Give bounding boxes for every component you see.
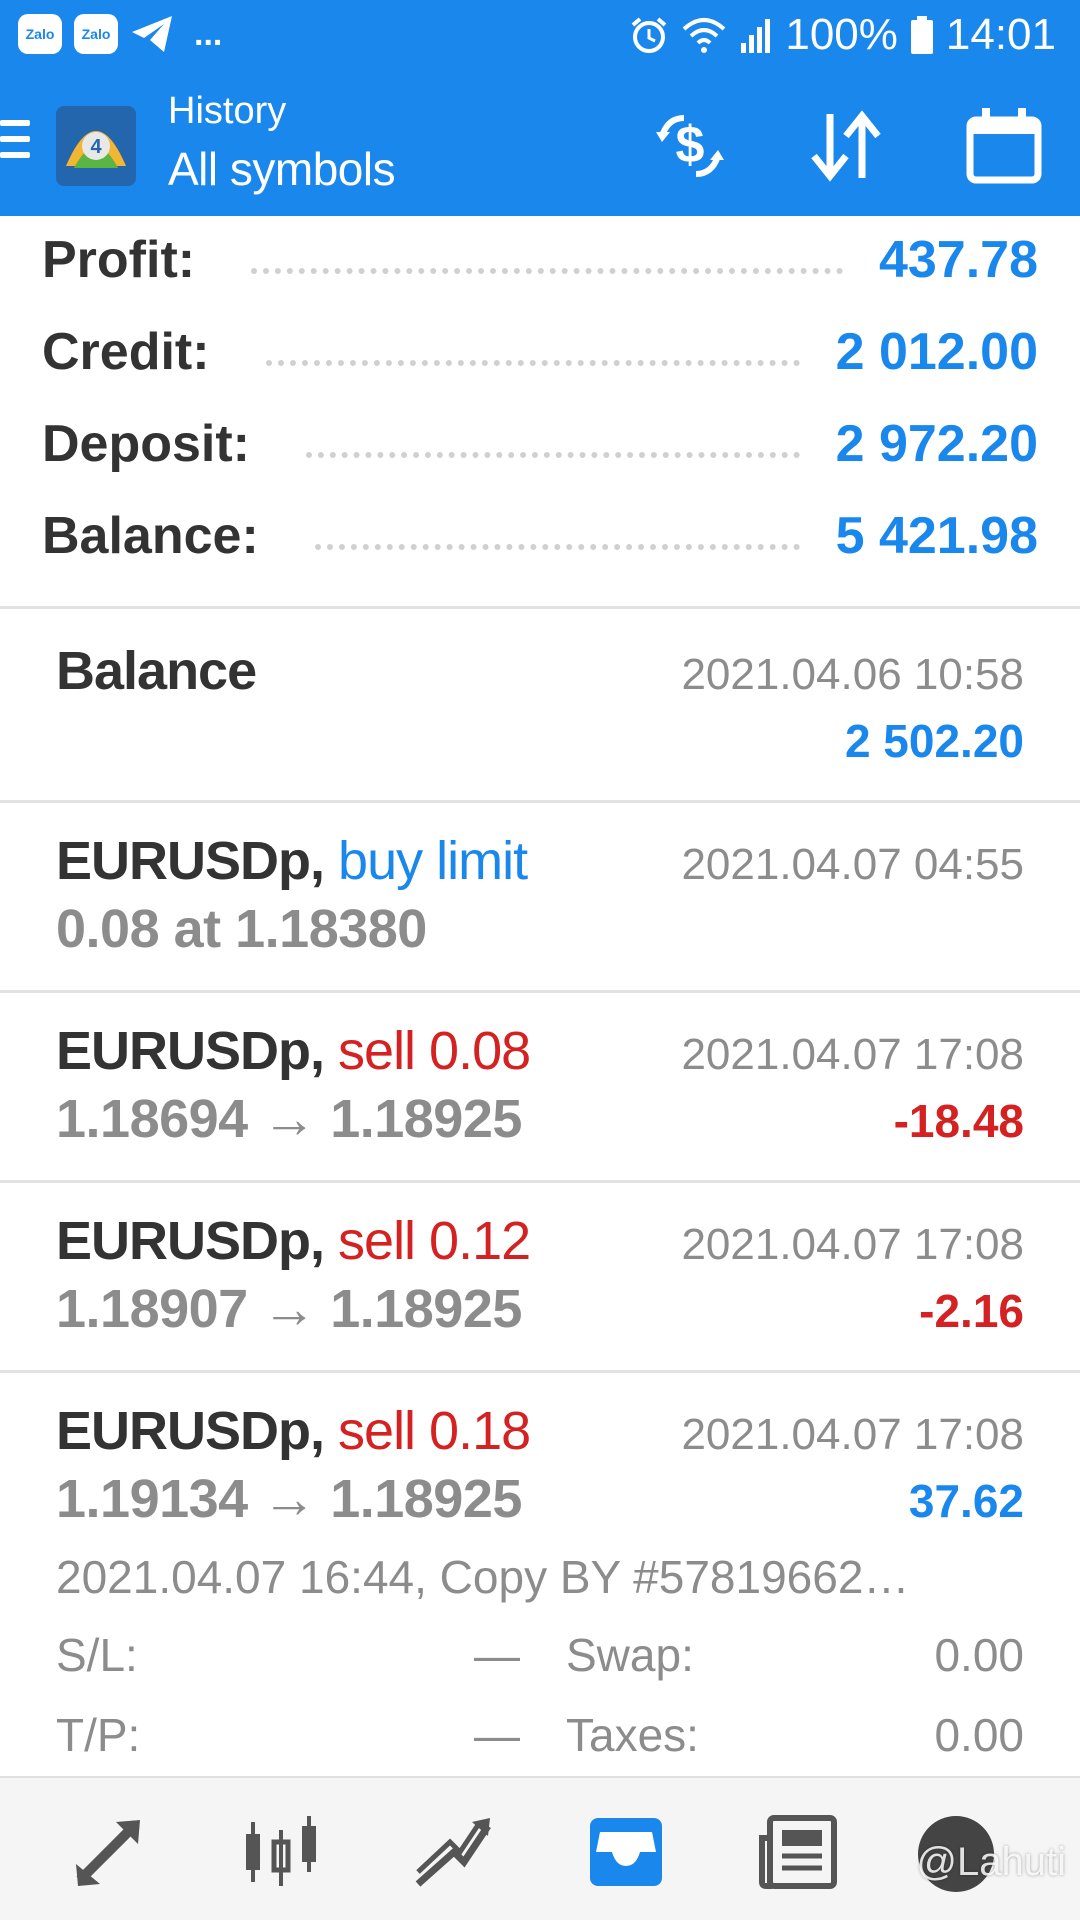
- chart-icon[interactable]: [242, 1812, 322, 1892]
- zalo-notification-icon: Zalo: [74, 14, 118, 54]
- item-date: 2021.04.07 17:08: [681, 1410, 1024, 1459]
- menu-icon[interactable]: [0, 120, 30, 168]
- summary-row-credit: Credit: 2 012.00: [42, 312, 1038, 392]
- item-action: buy limit: [338, 831, 528, 891]
- tp-label: T/P:: [56, 1709, 141, 1761]
- item-symbol: EURUSDp,: [56, 1211, 325, 1271]
- item-date: 2021.04.07 17:08: [681, 1220, 1024, 1269]
- item-details: 1.18907 → 1.18925: [56, 1279, 522, 1339]
- tp-value: —: [474, 1709, 520, 1761]
- item-amount: -2.16: [919, 1285, 1024, 1337]
- signal-icon: [741, 19, 771, 53]
- more-notifications: ...: [194, 15, 223, 53]
- summary-label: Balance:: [42, 507, 259, 565]
- history-icon[interactable]: [586, 1812, 666, 1892]
- currency-exchange-icon[interactable]: $: [648, 106, 732, 186]
- item-title: EURUSDp, buy limit: [56, 830, 528, 892]
- svg-text:$: $: [676, 116, 705, 174]
- taxes-value: 0.00: [934, 1709, 1024, 1761]
- taxes-label: Taxes:: [566, 1709, 699, 1761]
- list-item-expanded[interactable]: EURUSDp, sell 0.18 1.19134 → 1.18925 202…: [0, 1400, 1080, 1776]
- item-action: sell 0.12: [338, 1211, 531, 1271]
- dotted-leader: [314, 544, 800, 550]
- item-date: 2021.04.07 17:08: [681, 1030, 1024, 1079]
- summary-row-profit: Profit: 437.78: [42, 220, 1038, 300]
- list-item[interactable]: EURUSDp, buy limit 0.08 at 1.18380 2021.…: [0, 830, 1080, 990]
- item-title: EURUSDp, sell 0.08: [56, 1020, 531, 1082]
- trade-icon[interactable]: [414, 1812, 494, 1892]
- bottom-navigation: @Lahuti: [0, 1776, 1080, 1920]
- list-item[interactable]: Balance 2021.04.06 10:58 2 502.20: [0, 640, 1080, 800]
- dotted-leader: [306, 452, 800, 458]
- sl-value: —: [474, 1629, 520, 1681]
- item-title: Balance: [56, 641, 257, 701]
- item-date: 2021.04.06 10:58: [681, 650, 1024, 699]
- item-action: sell 0.18: [338, 1401, 531, 1461]
- divider: [0, 1180, 1080, 1183]
- item-amount: -18.48: [893, 1095, 1024, 1147]
- item-date: 2021.04.07 04:55: [681, 840, 1024, 889]
- divider: [0, 606, 1080, 609]
- calendar-icon[interactable]: [962, 106, 1046, 186]
- item-title: EURUSDp, sell 0.18: [56, 1400, 531, 1462]
- divider: [0, 800, 1080, 803]
- metatrader-logo-icon: 4: [56, 106, 136, 186]
- summary-label: Credit:: [42, 323, 210, 381]
- item-details: 0.08 at 1.18380: [56, 899, 427, 959]
- list-item[interactable]: EURUSDp, sell 0.08 1.18694 → 1.18925 202…: [0, 1020, 1080, 1180]
- summary-label: Profit:: [42, 231, 196, 289]
- alarm-icon: [632, 17, 667, 53]
- item-symbol: EURUSDp,: [56, 831, 325, 891]
- sort-icon[interactable]: [804, 106, 888, 186]
- news-icon[interactable]: [758, 1812, 838, 1892]
- battery-percent: 100%: [785, 10, 898, 59]
- status-bar: Zalo Zalo ... 100% 14:01: [0, 0, 1080, 76]
- sl-label: S/L:: [56, 1629, 138, 1681]
- deal-comment: 2021.04.07 16:44, Copy BY #57819662…: [56, 1551, 910, 1603]
- account-summary: Profit: 437.78 Credit: 2 012.00 Deposit:…: [0, 216, 1080, 606]
- page-subtitle: History: [168, 90, 287, 132]
- dotted-leader: [251, 268, 843, 274]
- svg-text:4: 4: [90, 136, 102, 158]
- summary-value: 2 972.20: [835, 415, 1038, 473]
- summary-value: 5 421.98: [835, 507, 1038, 565]
- divider: [0, 1370, 1080, 1373]
- divider: [0, 990, 1080, 993]
- summary-row-deposit: Deposit: 2 972.20: [42, 404, 1038, 484]
- app-bar: 4 History All symbols $: [0, 76, 1080, 216]
- item-action: sell 0.08: [338, 1021, 531, 1081]
- item-symbol: EURUSDp,: [56, 1021, 325, 1081]
- wifi-icon: [683, 18, 726, 53]
- swap-label: Swap:: [566, 1629, 694, 1681]
- swap-value: 0.00: [934, 1629, 1024, 1681]
- item-amount: 2 502.20: [844, 715, 1024, 767]
- item-details: 1.19134 → 1.18925: [56, 1469, 522, 1529]
- quotes-icon[interactable]: [70, 1812, 150, 1892]
- dotted-leader: [265, 360, 800, 366]
- zalo-notification-icon: Zalo: [18, 14, 62, 54]
- page-title[interactable]: All symbols: [168, 142, 396, 196]
- item-symbol: EURUSDp,: [56, 1401, 325, 1461]
- top-bar: Zalo Zalo ... 100% 14:01 4 History All s…: [0, 0, 1080, 216]
- summary-value: 2 012.00: [835, 323, 1038, 381]
- item-details: 1.18694 → 1.18925: [56, 1089, 522, 1149]
- clock: 14:01: [945, 10, 1056, 59]
- telegram-icon: [132, 16, 172, 52]
- summary-label: Deposit:: [42, 415, 250, 473]
- list-item[interactable]: EURUSDp, sell 0.12 1.18907 → 1.18925 202…: [0, 1210, 1080, 1370]
- summary-row-balance: Balance: 5 421.98: [42, 496, 1038, 576]
- watermark: @Lahuti: [916, 1840, 1066, 1884]
- battery-icon: [910, 16, 933, 54]
- item-amount: 37.62: [908, 1475, 1024, 1527]
- summary-value: 437.78: [878, 231, 1038, 289]
- item-title: EURUSDp, sell 0.12: [56, 1210, 531, 1272]
